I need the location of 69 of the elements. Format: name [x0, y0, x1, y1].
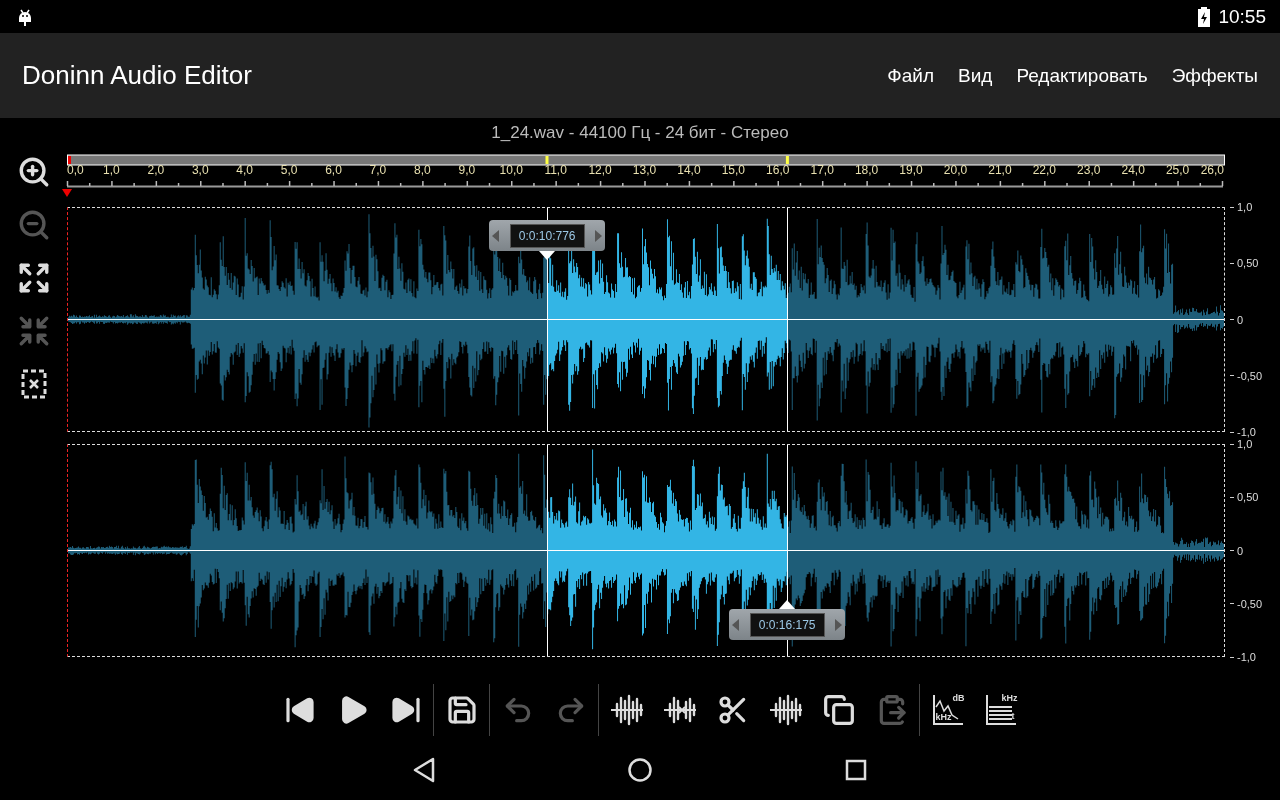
time-tick-label: 8,0 — [414, 163, 431, 177]
file-info: 1_24.wav - 44100 Гц - 24 бит - Стерео — [491, 123, 789, 143]
battery-charging-icon — [1198, 6, 1211, 27]
amplitude-label: 0 — [1237, 312, 1244, 327]
clock-time: 10:55 — [1218, 5, 1266, 28]
channel-track[interactable]: 0:0:10:776 — [67, 207, 1225, 432]
dashed-x-box-icon — [20, 369, 47, 399]
menu-item[interactable]: Файл — [887, 64, 934, 87]
time-tick-label: 23,0 — [1077, 163, 1101, 177]
time-readout: 0:0:16:175 — [749, 612, 825, 637]
time-tick-label: 3,0 — [191, 163, 209, 177]
selection-end-line[interactable] — [787, 208, 789, 431]
time-tick-label: 24,0 — [1121, 163, 1145, 177]
waveform-icon — [608, 694, 645, 726]
amplitude-label: 0 — [1237, 543, 1244, 558]
time-tick-label: 5,0 — [280, 163, 298, 177]
waveform-x-icon — [661, 694, 698, 726]
time-tick-label: 20,0 — [943, 163, 968, 177]
spectrogram-button[interactable]: kHz t — [974, 686, 1027, 734]
copy-icon — [822, 694, 855, 726]
time-tick-label: 0,0 — [67, 163, 84, 177]
time-tick-label: 12,0 — [588, 163, 612, 177]
time-tick-label: 4,0 — [236, 163, 254, 177]
time-tick-label: 11,0 — [544, 163, 567, 177]
time-tick-label: 9,0 — [458, 163, 476, 177]
time-tick-label: 17,0 — [810, 163, 834, 177]
amplitude-label: -0,50 — [1237, 368, 1263, 383]
menu-item[interactable]: Редактировать — [1016, 64, 1148, 87]
home-icon — [627, 757, 653, 783]
time-tick-label: 16,0 — [766, 163, 790, 177]
time-tick-label: 13,0 — [632, 163, 657, 177]
time-tick-label: 14,0 — [677, 163, 701, 177]
menu-item[interactable]: Эффекты — [1171, 64, 1258, 87]
right-arrow-icon — [834, 618, 843, 631]
amplitude-label: -1,0 — [1237, 425, 1256, 439]
right-arrow-icon — [594, 229, 603, 242]
amplitude-label: 1,0 — [1237, 438, 1253, 451]
app-title: Doninn Audio Editor — [22, 60, 252, 91]
time-tick-label: 19,0 — [899, 163, 923, 177]
time-tooltip[interactable]: 0:0:16:175 — [729, 609, 846, 640]
time-readout: 0:0:10:776 — [509, 223, 585, 248]
amplitude-label: -1,0 — [1237, 650, 1256, 664]
time-tick-label: 26,0 — [1200, 163, 1224, 177]
spectrum-button[interactable]: dB kHz — [921, 686, 974, 734]
selection-start-line[interactable] — [547, 445, 549, 656]
amplitude-label: 0,50 — [1237, 490, 1259, 505]
left-arrow-icon — [492, 229, 501, 242]
time-tick-label: 15,0 — [721, 163, 746, 177]
time-tick-label: 25,0 — [1165, 163, 1190, 177]
playhead-marker[interactable] — [62, 189, 72, 197]
time-tick-label: 2,0 — [147, 163, 165, 177]
left-arrow-icon — [732, 618, 741, 631]
time-tick-label: 7,0 — [369, 163, 387, 177]
marker-pointer — [539, 251, 556, 260]
channel-track[interactable]: 0:0:16:175 — [67, 444, 1225, 657]
amplitude-label: 1,0 — [1237, 200, 1253, 214]
back-icon — [412, 757, 436, 783]
waveform-gap-icon — [767, 694, 804, 726]
time-tick-label: 10,0 — [499, 163, 523, 177]
time-tick-label: 6,0 — [325, 163, 342, 177]
time-tick-label: 21,0 — [988, 163, 1012, 177]
time-tick-label: 22,0 — [1032, 163, 1056, 177]
time-tooltip[interactable]: 0:0:10:776 — [489, 220, 606, 251]
time-tick-label: 1,0 — [103, 163, 120, 177]
recents-icon — [845, 759, 867, 781]
time-tick-label: 18,0 — [854, 163, 879, 177]
amplitude-label: -0,50 — [1237, 596, 1263, 611]
amplitude-label: 0,50 — [1237, 256, 1259, 271]
menu-item[interactable]: Вид — [958, 64, 993, 87]
